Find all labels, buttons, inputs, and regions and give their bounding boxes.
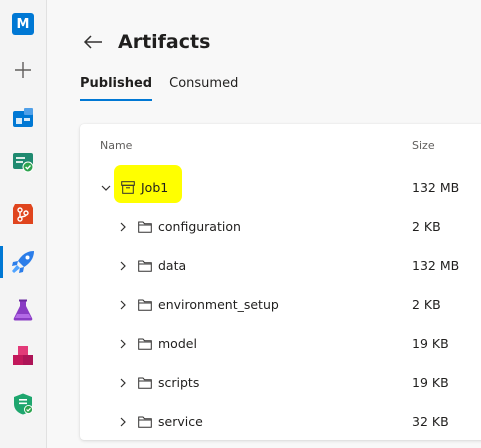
security-shield-icon	[14, 393, 33, 415]
chevron-right-icon[interactable]	[116, 415, 130, 429]
folder-size: 32 KB	[412, 414, 449, 429]
test-plans-icon	[13, 153, 34, 173]
column-header-size[interactable]: Size	[412, 139, 435, 152]
arrow-left-icon	[83, 35, 102, 49]
chevron-right-icon[interactable]	[116, 376, 130, 390]
page-header: Artifacts	[82, 30, 210, 54]
column-header-name[interactable]: Name	[100, 139, 132, 152]
artifact-package-icon	[121, 181, 135, 195]
boards-button[interactable]	[0, 100, 46, 136]
table-row-job1[interactable]: Job1 132 MB	[80, 168, 481, 207]
pipelines-button[interactable]	[0, 244, 46, 280]
test-plans-button[interactable]	[0, 144, 46, 180]
back-button[interactable]	[82, 31, 104, 53]
folder-name: configuration	[158, 219, 241, 234]
folder-icon	[138, 298, 152, 312]
folder-name: model	[158, 336, 197, 351]
table-row-service[interactable]: service 32 KB	[80, 402, 481, 441]
pipelines-icon	[12, 251, 34, 273]
chevron-right-icon[interactable]	[116, 298, 130, 312]
plus-icon	[15, 62, 31, 78]
repos-icon	[13, 204, 33, 224]
boards-icon	[13, 108, 33, 127]
organization-button[interactable]: M	[0, 6, 46, 42]
table-row-environment-setup[interactable]: environment_setup 2 KB	[80, 285, 481, 324]
artifact-name: Job1	[141, 180, 169, 195]
test-lab-button[interactable]	[0, 292, 46, 328]
flask-icon	[13, 299, 33, 321]
organization-avatar: M	[12, 13, 34, 35]
folder-icon	[138, 220, 152, 234]
artifacts-table: Name Size Job1 132 MB configuration 2 KB	[80, 124, 481, 440]
folder-name: service	[158, 414, 203, 429]
chevron-right-icon[interactable]	[116, 337, 130, 351]
chevron-right-icon[interactable]	[116, 259, 130, 273]
folder-icon	[138, 259, 152, 273]
table-row-configuration[interactable]: configuration 2 KB	[80, 207, 481, 246]
new-project-button[interactable]	[0, 52, 46, 88]
folder-name: data	[158, 258, 187, 273]
folder-size: 2 KB	[412, 219, 441, 234]
artifacts-icon	[13, 346, 33, 365]
folder-icon	[138, 376, 152, 390]
tab-consumed[interactable]: Consumed	[169, 76, 238, 101]
table-row-model[interactable]: model 19 KB	[80, 324, 481, 363]
security-button[interactable]	[0, 386, 46, 422]
artifacts-button[interactable]	[0, 338, 46, 374]
page-title: Artifacts	[118, 31, 211, 53]
folder-name: environment_setup	[158, 297, 279, 312]
folder-size: 19 KB	[412, 336, 449, 351]
folder-icon	[138, 415, 152, 429]
folder-size: 19 KB	[412, 375, 449, 390]
navigation-rail: M	[0, 0, 47, 448]
table-row-data[interactable]: data 132 MB	[80, 246, 481, 285]
folder-icon	[138, 337, 152, 351]
chevron-right-icon[interactable]	[116, 220, 130, 234]
folder-size: 132 MB	[412, 258, 460, 273]
folder-name: scripts	[158, 375, 200, 390]
table-row-scripts[interactable]: scripts 19 KB	[80, 363, 481, 402]
folder-size: 2 KB	[412, 297, 441, 312]
tab-published[interactable]: Published	[80, 76, 153, 101]
repos-button[interactable]	[0, 196, 46, 232]
artifact-size: 132 MB	[412, 180, 460, 195]
chevron-down-icon[interactable]	[99, 181, 113, 195]
tab-bar: Published Consumed	[80, 76, 255, 101]
